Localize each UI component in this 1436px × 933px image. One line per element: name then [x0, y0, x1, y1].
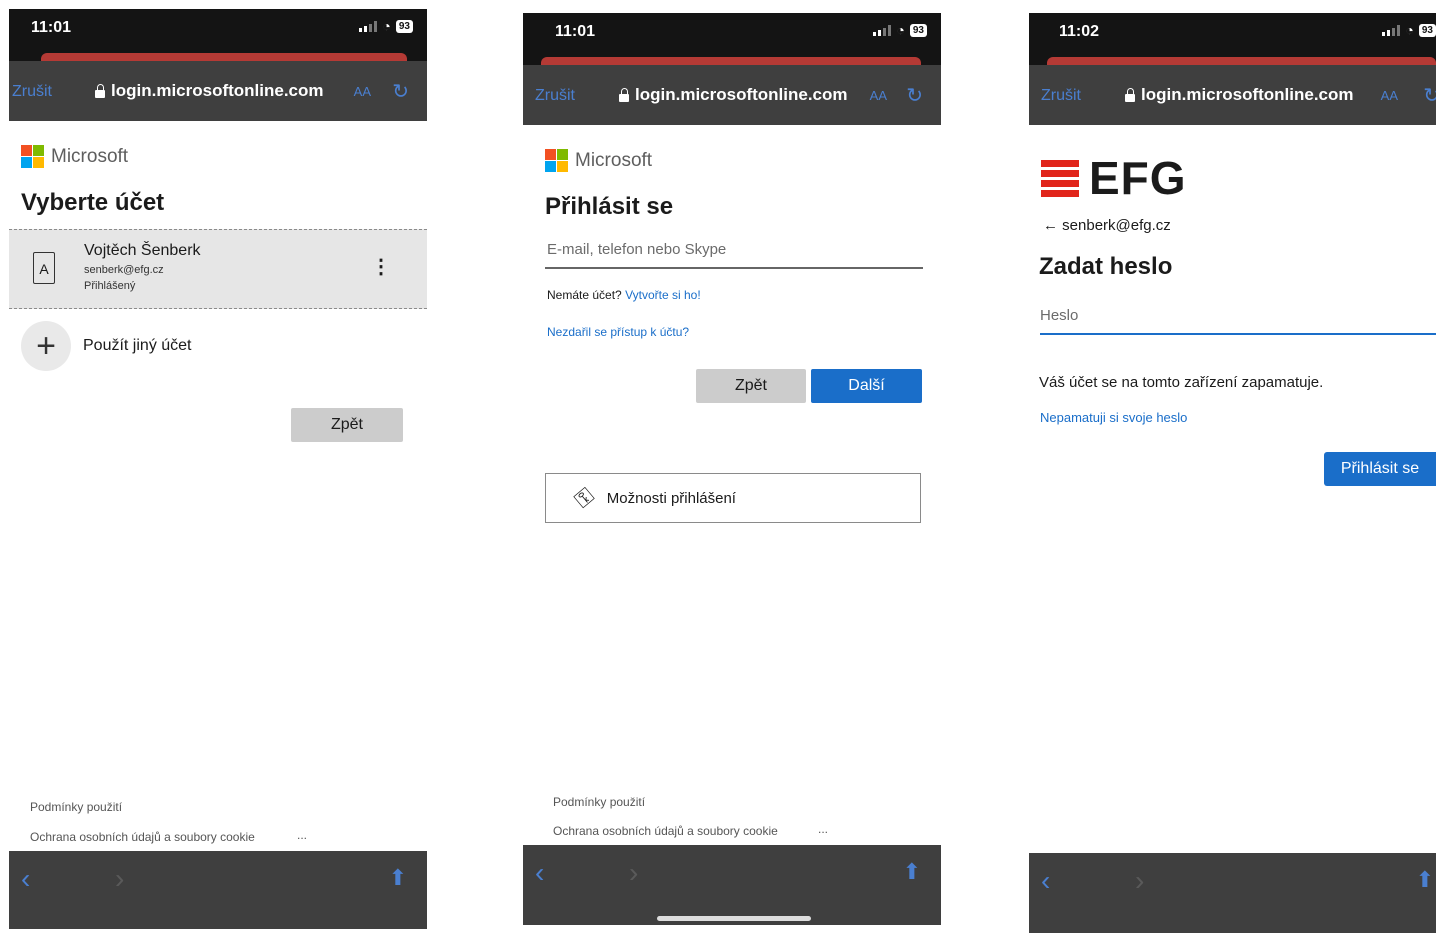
url-text: login.microsoftonline.com — [635, 85, 848, 104]
reader-aa-button[interactable]: AA — [1381, 88, 1398, 103]
browser-url-bar: Zrušit login.microsoftonline.com AA ↻ — [9, 61, 427, 121]
microsoft-logo: Microsoft — [545, 149, 652, 172]
battery-icon: 93 — [395, 19, 413, 33]
forward-arrow-icon[interactable]: › — [629, 857, 638, 889]
forward-arrow-icon[interactable]: › — [1135, 865, 1144, 897]
signal-icon — [359, 20, 378, 32]
status-bar: 11:01 ◔ 93 — [523, 13, 941, 67]
status-time: 11:01 — [555, 23, 596, 40]
use-other-account-button[interactable]: + Použít jiný účet — [21, 321, 192, 371]
badge-icon: A — [33, 252, 55, 284]
signal-icon — [1382, 24, 1401, 36]
email-field[interactable]: E-mail, telefon nebo Skype — [545, 241, 923, 269]
terms-link[interactable]: Podmínky použití — [553, 795, 645, 809]
share-icon[interactable]: ⬆ — [903, 859, 921, 885]
share-icon[interactable]: ⬆ — [389, 865, 407, 891]
forward-arrow-icon[interactable]: › — [115, 863, 124, 895]
no-account-row: Nemáte účet? Vytvořte si ho! — [547, 288, 701, 302]
back-arrow-icon[interactable]: ‹ — [1041, 865, 1050, 897]
footer-more-button[interactable]: ... — [297, 828, 307, 842]
efg-mark-icon — [1041, 159, 1079, 197]
back-to-email-link[interactable]: ← senberk@efg.cz — [1043, 217, 1171, 234]
terms-link[interactable]: Podmínky použití — [30, 800, 122, 814]
status-icons: ◔ 93 — [1382, 23, 1436, 37]
wifi-icon: ◔ — [1405, 22, 1414, 38]
browser-toolbar: ‹ › ⬆ — [1029, 853, 1436, 933]
browser-url-bar: Zrušit login.microsoftonline.com AA ↻ — [1029, 65, 1436, 125]
page-title: Zadat heslo — [1039, 253, 1173, 280]
back-arrow-icon[interactable]: ‹ — [21, 863, 30, 895]
url-field[interactable]: login.microsoftonline.com — [1125, 85, 1354, 105]
efg-wordmark: EFG — [1089, 152, 1187, 204]
password-field[interactable]: Heslo — [1040, 307, 1436, 335]
privacy-link[interactable]: Ochrana osobních údajů a soubory cookie — [30, 830, 255, 844]
status-icons: ◔ 93 — [359, 19, 413, 33]
use-other-account-label: Použít jiný účet — [83, 337, 192, 354]
back-arrow-icon[interactable]: ‹ — [535, 857, 544, 889]
privacy-link[interactable]: Ochrana osobních údajů a soubory cookie — [553, 824, 778, 838]
footer-more-button[interactable]: ... — [818, 822, 828, 836]
battery-icon: 93 — [1418, 23, 1436, 37]
status-bar: 11:01 ◔ 93 — [9, 9, 427, 63]
reload-icon[interactable]: ↻ — [906, 83, 923, 108]
phone-screen-choose-account: 11:01 ◔ 93 Zrušit login.microsoftonline.… — [9, 9, 427, 929]
reload-icon[interactable]: ↻ — [1423, 83, 1436, 108]
account-tile[interactable]: A Vojtěch Šenberk senberk@efg.cz Přihláš… — [9, 229, 427, 309]
reload-icon[interactable]: ↻ — [392, 79, 409, 104]
microsoft-squares-icon — [545, 149, 568, 172]
wifi-icon: ◔ — [382, 18, 391, 34]
account-email: senberk@efg.cz — [84, 264, 164, 276]
page-title: Přihlásit se — [545, 193, 674, 220]
browser-url-bar: Zrušit login.microsoftonline.com AA ↻ — [523, 65, 941, 125]
efg-logo: EFG — [1041, 151, 1187, 205]
microsoft-squares-icon — [21, 145, 44, 168]
next-button[interactable]: Další — [811, 369, 922, 403]
back-button[interactable]: Zpět — [696, 369, 806, 403]
url-text: login.microsoftonline.com — [111, 81, 324, 100]
status-bar: 11:02 ◔ 93 — [1029, 13, 1436, 67]
plus-icon: + — [21, 321, 71, 371]
wifi-icon: ◔ — [896, 22, 905, 38]
key-icon: ⚿ — [569, 482, 599, 513]
sign-in-options-button[interactable]: ⚿ Možnosti přihlášení — [545, 473, 921, 523]
account-name: Vojtěch Šenberk — [84, 242, 201, 259]
account-state: Přihlášený — [84, 280, 136, 292]
status-time: 11:02 — [1059, 23, 1100, 40]
microsoft-logo: Microsoft — [21, 145, 128, 168]
sign-in-options-label: Možnosti přihlášení — [606, 489, 736, 507]
cancel-button[interactable]: Zrušit — [12, 83, 52, 101]
share-icon[interactable]: ⬆ — [1416, 867, 1434, 893]
status-icons: ◔ 93 — [873, 23, 927, 37]
dont-remember-password-link[interactable]: Nepamatuji si svoje heslo — [1040, 410, 1187, 425]
reader-aa-button[interactable]: AA — [870, 88, 887, 103]
lock-icon — [95, 83, 105, 98]
lock-icon — [619, 87, 629, 102]
status-time: 11:01 — [31, 19, 72, 36]
reader-aa-button[interactable]: AA — [354, 84, 371, 99]
browser-toolbar: ‹ › ⬆ — [523, 845, 941, 925]
cant-access-link[interactable]: Nezdařil se přístup k účtu? — [547, 325, 689, 339]
sign-in-button[interactable]: Přihlásit se — [1324, 452, 1436, 486]
cancel-button[interactable]: Zrušit — [1041, 87, 1081, 105]
more-options-icon[interactable]: ⋮ — [371, 254, 391, 279]
no-account-text: Nemáte účet? — [547, 288, 622, 302]
url-field[interactable]: login.microsoftonline.com — [619, 85, 848, 105]
back-button[interactable]: Zpět — [291, 408, 403, 442]
lock-icon — [1125, 87, 1135, 102]
browser-toolbar: ‹ › ⬆ — [9, 851, 427, 929]
home-indicator — [657, 916, 811, 921]
microsoft-wordmark: Microsoft — [51, 145, 129, 167]
microsoft-wordmark: Microsoft — [575, 149, 653, 171]
phone-screen-enter-password: 11:02 ◔ 93 Zrušit login.microsoftonline.… — [1029, 13, 1436, 933]
page-title: Vyberte účet — [21, 189, 165, 216]
remember-text: Váš účet se na tomto zařízení zapamatuje… — [1039, 374, 1324, 391]
create-account-link[interactable]: Vytvořte si ho! — [625, 288, 701, 302]
signal-icon — [873, 24, 892, 36]
battery-icon: 93 — [909, 23, 927, 37]
url-field[interactable]: login.microsoftonline.com — [95, 81, 324, 101]
cancel-button[interactable]: Zrušit — [535, 87, 575, 105]
url-text: login.microsoftonline.com — [1141, 85, 1354, 104]
phone-screen-sign-in: 11:01 ◔ 93 Zrušit login.microsoftonline.… — [523, 13, 941, 933]
